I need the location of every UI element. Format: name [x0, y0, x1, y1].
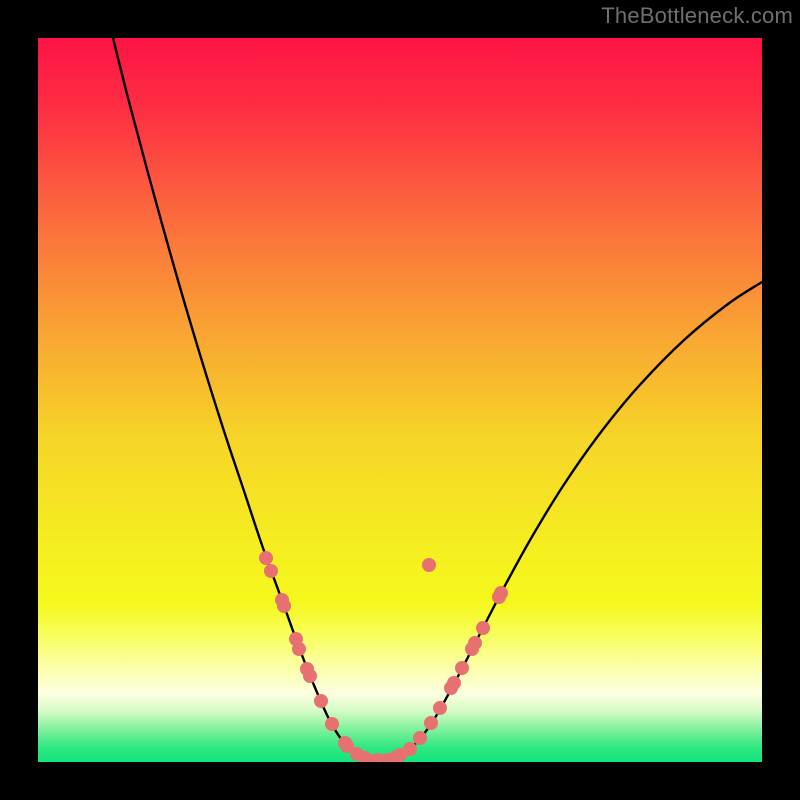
data-marker — [277, 599, 291, 613]
data-marker — [422, 558, 436, 572]
data-marker — [494, 586, 508, 600]
watermark-text: TheBottleneck.com — [601, 3, 793, 29]
data-marker — [424, 716, 438, 730]
data-marker — [447, 676, 461, 690]
data-marker — [433, 701, 447, 715]
data-marker — [455, 661, 469, 675]
data-marker — [413, 731, 427, 745]
data-marker — [403, 742, 417, 756]
data-marker — [264, 564, 278, 578]
data-marker — [292, 642, 306, 656]
data-marker — [476, 621, 490, 635]
data-marker — [325, 717, 339, 731]
bottleneck-curve — [38, 38, 762, 762]
data-marker — [468, 636, 482, 650]
chart-frame — [38, 38, 762, 762]
data-marker — [314, 694, 328, 708]
data-marker — [259, 551, 273, 565]
data-marker — [303, 669, 317, 683]
